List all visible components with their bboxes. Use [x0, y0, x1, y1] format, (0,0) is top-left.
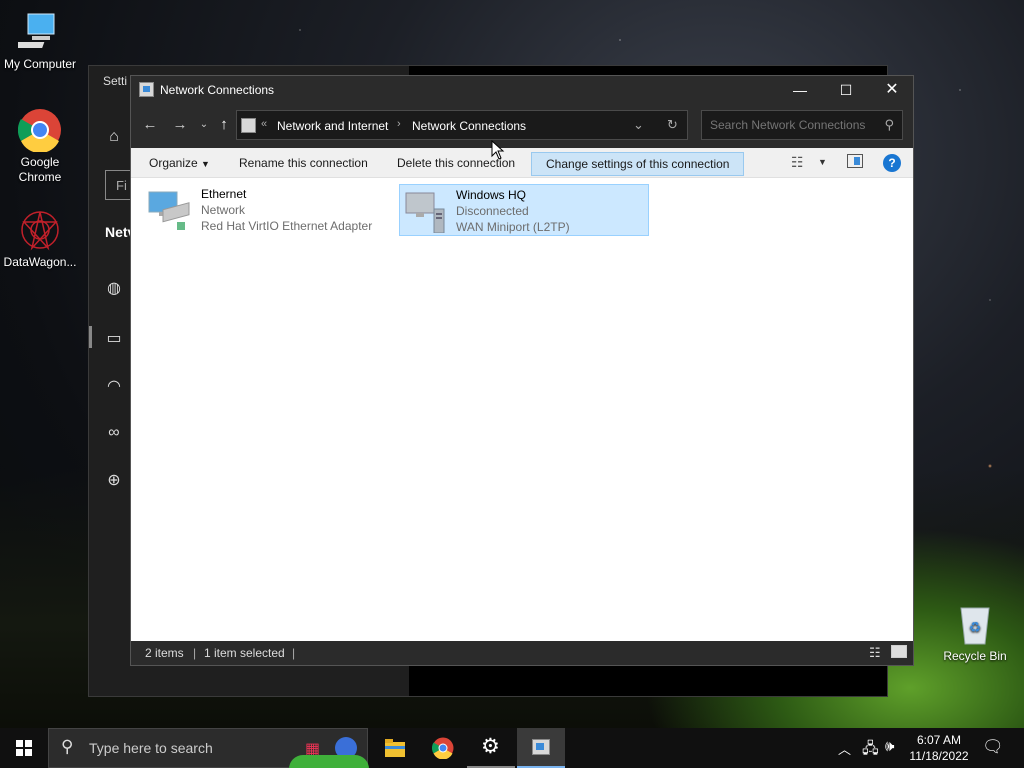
globe-icon[interactable]: ⊕ — [99, 470, 129, 492]
search-icon: ⚲ — [61, 737, 74, 756]
taskbar-network-connections[interactable] — [517, 728, 565, 768]
connection-item-ethernet[interactable]: Ethernet Network Red Hat VirtIO Ethernet… — [131, 184, 381, 236]
search-icon[interactable]: ⚲ — [884, 117, 894, 133]
address-row: ← → ⌄ ↑ « Network and Internet › Network… — [131, 104, 913, 148]
search-highlight-decoration — [289, 755, 369, 768]
desktop-icon-recycle-bin[interactable]: ♻ Recycle Bin — [935, 602, 1015, 663]
refresh-icon[interactable]: ↻ — [667, 117, 678, 133]
back-button[interactable]: ← — [139, 116, 161, 133]
connection-item-windows-hq[interactable]: Windows HQ Disconnected WAN Miniport (L2… — [399, 184, 649, 236]
ethernet-icon[interactable]: ▭ — [99, 328, 129, 350]
desktop-icon-label: My Computer — [3, 57, 77, 71]
control-panel-icon — [241, 118, 256, 133]
taskbar-search[interactable]: ⚲ Type here to search ▦ — [48, 728, 369, 768]
taskbar-settings[interactable]: ⚙ — [467, 728, 515, 768]
window-title: Network Connections — [160, 83, 275, 97]
breadcrumb-network-connections[interactable]: Network Connections — [412, 119, 526, 133]
preview-pane-icon[interactable] — [847, 154, 863, 168]
computer-icon — [12, 10, 62, 54]
desktop-icon-label: Recycle Bin — [943, 649, 1007, 663]
address-dropdown-icon[interactable]: ⌄ — [633, 117, 644, 133]
settings-title: Setti — [103, 74, 128, 88]
status-bar: 2 items | 1 item selected | ☷ — [131, 641, 913, 665]
gear-icon: ⚙ — [481, 735, 500, 758]
settings-selection-indicator — [89, 326, 92, 348]
chrome-icon — [432, 737, 454, 759]
clock[interactable]: 6:07 AM 11/18/2022 — [908, 732, 970, 764]
network-connections-app-icon — [139, 82, 154, 97]
close-button[interactable]: ✕ — [869, 76, 915, 104]
notifications-icon[interactable]: 🗨 — [982, 737, 1004, 757]
clock-time: 6:07 AM — [916, 733, 962, 747]
details-view-icon[interactable]: ☷ — [869, 645, 881, 661]
ethernet-adapter-icon — [147, 188, 191, 232]
change-settings-button[interactable]: Change settings of this connection — [531, 152, 745, 176]
breadcrumb-network-and-internet[interactable]: Network and Internet — [277, 119, 388, 133]
minimize-button[interactable]: — — [777, 76, 823, 104]
connection-status: Network — [201, 203, 246, 217]
desktop-icon-label: Google Chrome — [18, 155, 62, 184]
taskbar-search-placeholder: Type here to search — [89, 740, 213, 756]
connections-list: Ethernet Network Red Hat VirtIO Ethernet… — [131, 178, 913, 641]
mouse-cursor-icon — [491, 140, 505, 160]
windows-logo-icon — [16, 740, 32, 756]
maximize-button[interactable]: ☐ — [823, 76, 869, 104]
item-count: 2 items — [145, 646, 184, 660]
clock-date: 11/18/2022 — [909, 749, 969, 763]
view-dropdown-icon[interactable]: ▼ — [818, 157, 827, 167]
connection-adapter: WAN Miniport (L2TP) — [456, 220, 570, 234]
command-bar: Organize ▼ Rename this connection Delete… — [131, 148, 913, 178]
folder-icon — [385, 739, 405, 757]
vpn-icon[interactable]: ∞ — [99, 424, 129, 446]
rename-connection-button[interactable]: Rename this connection — [239, 156, 368, 170]
connection-adapter: Red Hat VirtIO Ethernet Adapter — [201, 219, 373, 233]
status-divider: | — [193, 646, 197, 660]
search-input[interactable] — [710, 118, 870, 132]
title-bar[interactable]: Network Connections — ☐ ✕ — [131, 76, 913, 104]
desktop-icon-label: DataWagon... — [3, 255, 77, 269]
show-hidden-icons-chevron-icon[interactable]: ︿ — [838, 739, 851, 758]
status-divider: | — [292, 646, 296, 660]
taskbar-file-explorer[interactable] — [371, 728, 419, 768]
organize-menu[interactable]: Organize ▼ — [149, 156, 210, 170]
volume-icon[interactable]: 🕪 — [885, 738, 894, 755]
address-overflow[interactable]: « — [261, 118, 267, 130]
network-tray-icon[interactable]: 🖧 — [862, 738, 879, 763]
desktop-icon-my-computer[interactable]: My Computer — [0, 10, 80, 71]
up-button[interactable]: ↑ — [213, 116, 235, 133]
connection-name: Ethernet — [201, 187, 247, 201]
organize-label: Organize — [149, 156, 198, 170]
chrome-icon — [17, 108, 62, 154]
desktop-icon-datawagon[interactable]: DataWagon... — [0, 208, 80, 269]
svg-text:♻: ♻ — [969, 620, 982, 636]
network-connections-icon — [532, 739, 550, 755]
network-status-icon[interactable]: ◍ — [99, 278, 129, 300]
vpn-adapter-icon — [402, 189, 446, 234]
help-icon[interactable]: ? — [883, 154, 901, 172]
recent-locations-button[interactable]: ⌄ — [193, 119, 215, 130]
desktop-icon-chrome[interactable]: Google Chrome — [0, 108, 80, 185]
connection-name: Windows HQ — [456, 188, 527, 202]
taskbar-chrome[interactable] — [419, 728, 467, 768]
chevron-down-icon: ▼ — [201, 159, 210, 169]
datawagon-icon — [18, 208, 62, 252]
forward-button[interactable]: → — [169, 116, 191, 133]
address-bar[interactable]: « Network and Internet › Network Connect… — [236, 110, 688, 140]
recycle-bin-icon: ♻ — [953, 602, 997, 646]
selection-count: 1 item selected — [204, 646, 285, 660]
start-button[interactable] — [0, 728, 48, 768]
dialup-icon[interactable]: ◠ — [99, 376, 129, 398]
breadcrumb-separator-icon: › — [397, 118, 401, 130]
network-connections-window: Network Connections — ☐ ✕ ← → ⌄ ↑ « Netw… — [130, 75, 914, 666]
search-box[interactable]: ⚲ — [701, 110, 903, 140]
view-options-icon[interactable]: ☷ — [791, 154, 804, 171]
home-icon[interactable]: ⌂ — [99, 128, 129, 150]
taskbar: ⚲ Type here to search ▦ ⚙ ︿ 🖧 🕪 6:07 AM … — [0, 728, 1024, 768]
large-icons-view-icon[interactable] — [891, 645, 907, 658]
connection-status: Disconnected — [456, 204, 529, 218]
